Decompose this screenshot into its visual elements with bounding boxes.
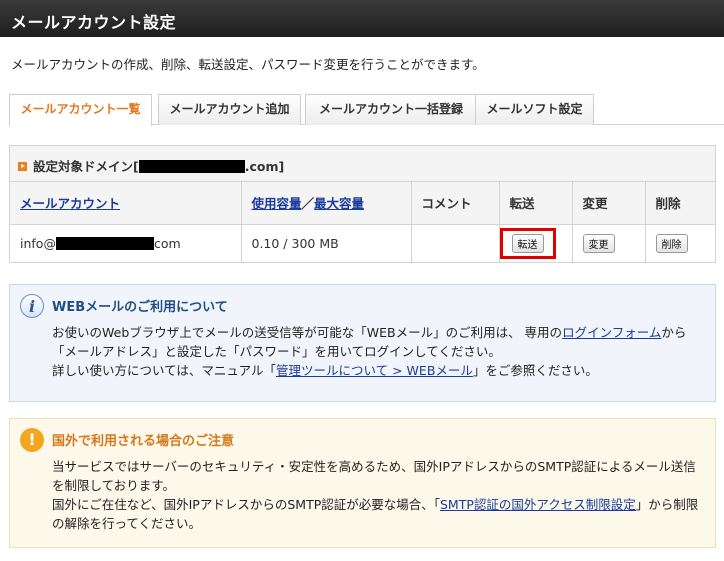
change-cell: 変更 (572, 224, 646, 263)
domain-prefix: 設定対象ドメイン[ (33, 159, 139, 174)
warning-text-1: 当サービスではサーバーのセキュリティ・安定性を高めるため、国外IPアドレスからの… (52, 459, 696, 493)
smtp-restriction-link[interactable]: SMTP認証の国外アクセス制限設定 (440, 497, 636, 512)
bullet-arrow-icon (18, 162, 27, 171)
col-comment: コメント (411, 182, 500, 225)
info-icon: i (20, 294, 44, 318)
forward-highlight: 転送 (499, 228, 556, 260)
overseas-warning-title: 国外で利用される場合のご注意 (52, 434, 235, 449)
info-text-1: お使いのWebブラウザ上でメールの送受信等が可能な「WEBメール」のご利用は、 … (52, 325, 563, 340)
delete-button[interactable]: 削除 (655, 234, 688, 254)
tab-account-list[interactable]: メールアカウント一覧 (9, 94, 152, 126)
login-form-link[interactable]: ログインフォーム (562, 325, 661, 340)
domain-suffix: .com] (244, 159, 285, 174)
forward-button[interactable]: 転送 (511, 234, 544, 254)
info-text-3: 詳しい使い方については、マニュアル「 (52, 363, 277, 378)
overseas-warning-text: 当サービスではサーバーのセキュリティ・安定性を高めるため、国外IPアドレスからの… (52, 457, 701, 533)
comment-cell (411, 224, 500, 263)
redacted-domain (138, 160, 245, 173)
page-title: メールアカウント設定 (11, 13, 177, 32)
delete-cell: 削除 (645, 224, 715, 263)
webmail-info-title: WEBメールのご利用について (52, 300, 228, 315)
tab-mail-software-settings[interactable]: メールソフト設定 (475, 94, 594, 125)
page-description: メールアカウントの作成、削除、転送設定、パスワード変更を行うことができます。 (11, 57, 485, 72)
redacted-account (55, 237, 154, 251)
overseas-warning-box: ! 国外で利用される場合のご注意 当サービスではサーバーのセキュリティ・安定性を… (9, 418, 716, 548)
account-suffix: com (153, 236, 181, 252)
col-account: メールアカウント (10, 182, 242, 225)
webmail-info-box: i WEBメールのご利用について お使いのWebブラウザ上でメールの送受信等が可… (9, 284, 716, 402)
col-forward: 転送 (499, 182, 573, 225)
tab-bar: メールアカウント一覧 メールアカウント追加 メールアカウント一括登録 メールソフ… (9, 94, 724, 126)
account-table: メールアカウント 使用容量／最大容量 コメント 転送 変更 削除 info@ co… (10, 182, 715, 263)
target-domain: 設定対象ドメイン[ .com] (10, 146, 715, 182)
sort-max-link[interactable]: 最大容量 (314, 196, 364, 211)
change-button[interactable]: 変更 (582, 234, 615, 254)
info-text-4: 」をご参照ください。 (472, 363, 598, 378)
account-cell: info@ com (10, 224, 242, 263)
account-list-panel: 設定対象ドメイン[ .com] メールアカウント 使用容量／最大容量 コメント 転… (9, 145, 716, 263)
warning-text-2: 国外にご在住など、国外IPアドレスからのSMTP認証が必要な場合、「 (52, 497, 440, 512)
table-header-row: メールアカウント 使用容量／最大容量 コメント 転送 変更 削除 (10, 182, 715, 225)
webmail-info-text: お使いのWebブラウザ上でメールの送受信等が可能な「WEBメール」のご利用は、 … (52, 323, 701, 380)
sort-usage-link[interactable]: 使用容量 (252, 196, 302, 211)
col-delete: 削除 (645, 182, 715, 225)
page-header: メールアカウント設定 (0, 0, 724, 37)
header-separator: ／ (301, 196, 315, 212)
forward-cell: 転送 (499, 224, 573, 263)
table-row: info@ com 0.10 / 300 MB 転送 変更 削除 (10, 224, 715, 263)
tab-account-bulk-register[interactable]: メールアカウント一括登録 (305, 94, 477, 125)
sort-account-link[interactable]: メールアカウント (20, 196, 120, 211)
account-prefix: info@ (20, 236, 56, 252)
usage-cell: 0.10 / 300 MB (241, 224, 412, 263)
tab-account-add[interactable]: メールアカウント追加 (158, 94, 301, 125)
exclamation-icon: ! (20, 428, 44, 452)
manual-webmail-link[interactable]: 管理ツールについて > WEBメール (276, 363, 473, 378)
col-change: 変更 (572, 182, 646, 225)
col-usage: 使用容量／最大容量 (241, 182, 412, 225)
